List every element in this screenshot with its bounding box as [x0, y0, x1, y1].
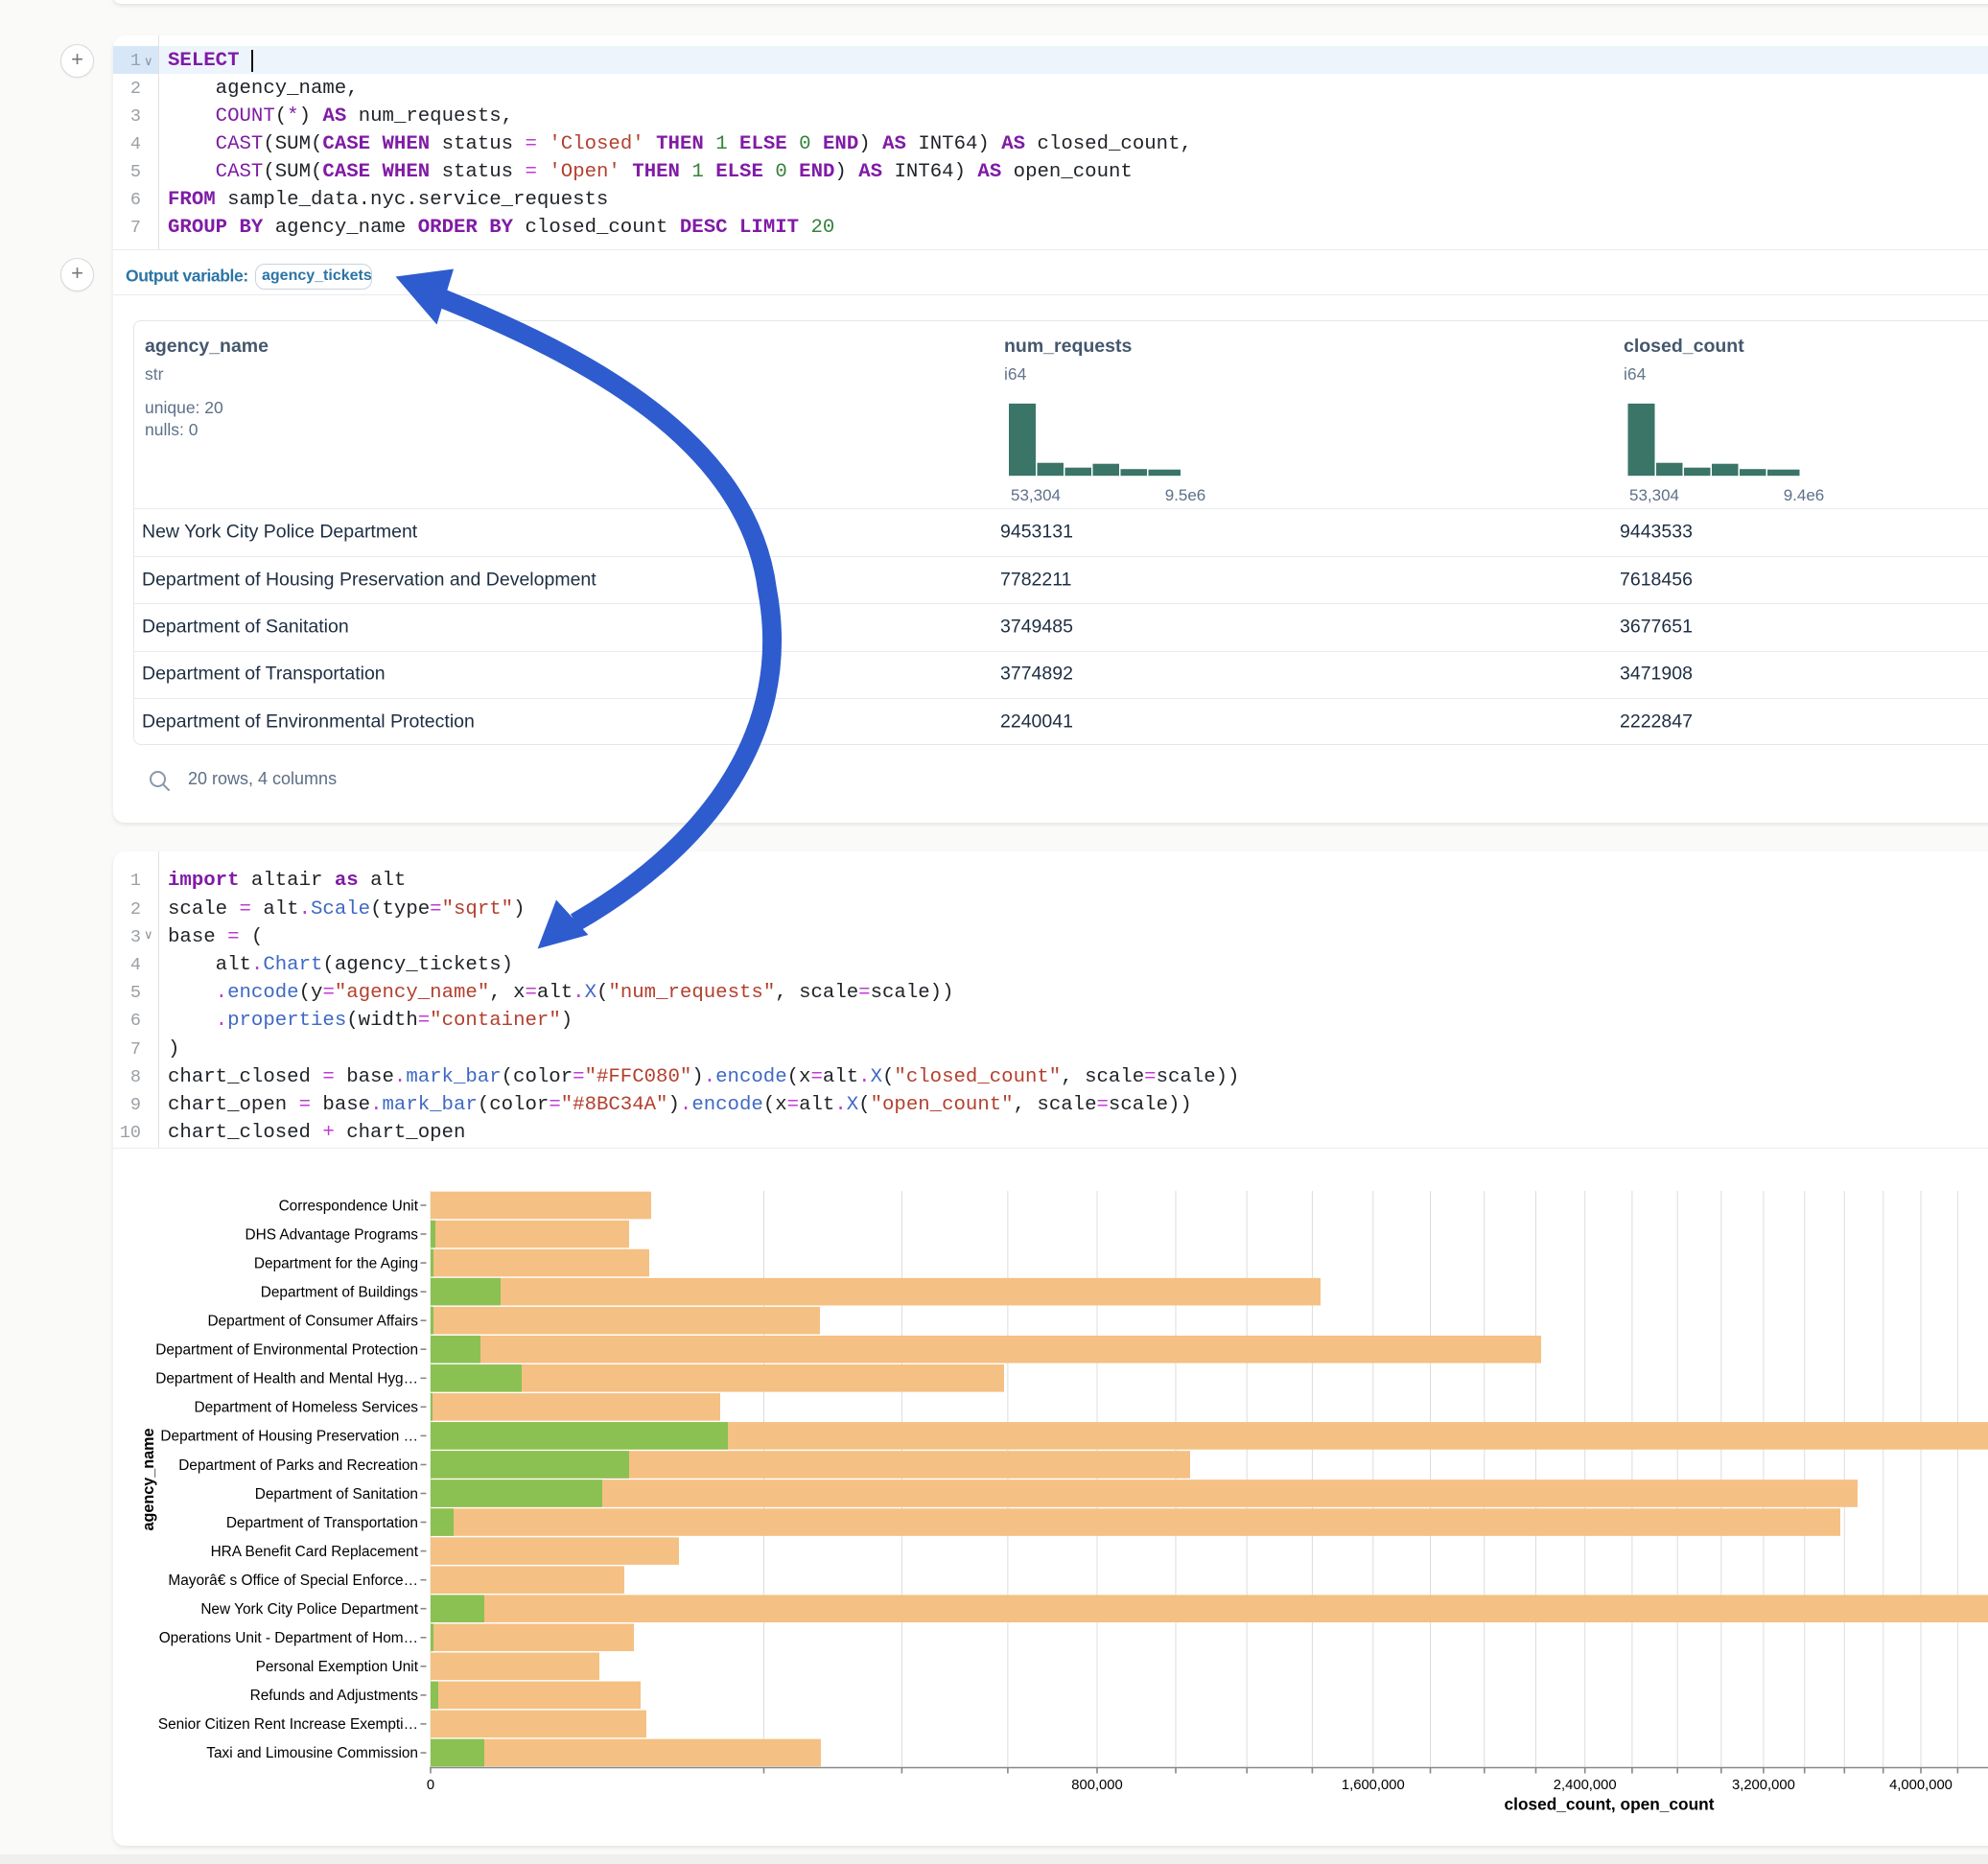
- svg-text:Department of Housing Preserva: Department of Housing Preservation …: [160, 1429, 418, 1445]
- svg-text:Department of Buildings: Department of Buildings: [261, 1285, 419, 1301]
- svg-text:Department for the Aging: Department for the Aging: [254, 1255, 418, 1271]
- svg-text:Department of Parks and Recrea: Department of Parks and Recreation: [178, 1457, 418, 1474]
- svg-text:Department of Consumer Affairs: Department of Consumer Affairs: [207, 1314, 418, 1330]
- svg-text:Taxi and Limousine Commission: Taxi and Limousine Commission: [206, 1745, 418, 1761]
- svg-text:Department of Health and Menta: Department of Health and Mental Hyg…: [155, 1371, 418, 1387]
- svg-text:closed_count, open_count: closed_count, open_count: [1505, 1795, 1715, 1814]
- svg-text:3,200,000: 3,200,000: [1732, 1778, 1795, 1793]
- svg-text:Personal Exemption Unit: Personal Exemption Unit: [256, 1659, 419, 1675]
- svg-text:0: 0: [427, 1778, 434, 1793]
- svg-text:Department of Transportation: Department of Transportation: [226, 1515, 418, 1531]
- svg-text:1,600,000: 1,600,000: [1342, 1778, 1405, 1793]
- svg-text:New York City Police Departmen: New York City Police Department: [200, 1601, 418, 1618]
- svg-text:Senior Citizen Rent Increase E: Senior Citizen Rent Increase Exempti…: [158, 1716, 418, 1733]
- svg-text:Refunds and Adjustments: Refunds and Adjustments: [250, 1688, 419, 1704]
- svg-text:Correspondence Unit: Correspondence Unit: [279, 1198, 419, 1214]
- svg-text:Mayorâ€ s Office of Special En: Mayorâ€ s Office of Special Enforce…: [168, 1573, 418, 1589]
- svg-text:2,400,000: 2,400,000: [1554, 1778, 1617, 1793]
- svg-text:Operations Unit - Department o: Operations Unit - Department of Hom…: [159, 1630, 418, 1646]
- svg-text:800,000: 800,000: [1071, 1778, 1123, 1793]
- svg-text:DHS Advantage Programs: DHS Advantage Programs: [245, 1226, 418, 1243]
- svg-text:4,000,000: 4,000,000: [1889, 1778, 1953, 1793]
- svg-text:Department of Sanitation: Department of Sanitation: [255, 1486, 418, 1503]
- svg-text:Department of Environmental Pr: Department of Environmental Protection: [155, 1342, 418, 1359]
- svg-text:HRA Benefit Card Replacement: HRA Benefit Card Replacement: [211, 1544, 419, 1560]
- svg-text:Department of Homeless Service: Department of Homeless Services: [194, 1400, 418, 1416]
- svg-text:agency_name: agency_name: [140, 1428, 157, 1530]
